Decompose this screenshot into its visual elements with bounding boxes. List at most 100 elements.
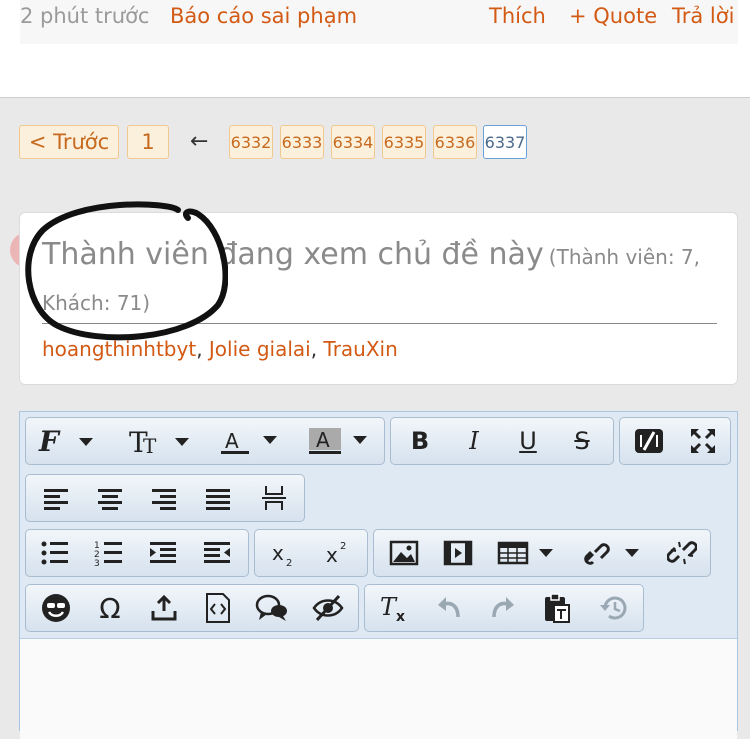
svg-text:A: A xyxy=(225,429,239,453)
svg-text:F: F xyxy=(38,426,61,456)
quote-link[interactable]: + Quote xyxy=(569,4,657,28)
svg-text:A: A xyxy=(316,428,330,452)
svg-text:x: x xyxy=(326,543,338,567)
image-icon xyxy=(389,540,419,566)
upload-button[interactable] xyxy=(138,585,190,631)
special-char-icon: Ω xyxy=(99,591,121,625)
hide-button[interactable] xyxy=(300,585,356,631)
italic-icon: I xyxy=(469,427,479,455)
svg-text:x: x xyxy=(396,609,405,623)
undo-icon xyxy=(438,597,460,618)
prev-page-button[interactable]: < Trước xyxy=(19,125,119,159)
message-editor: F TT A A B I U S 1 2 3 x 2 x 2 Ω T x xyxy=(19,411,738,739)
toolbar-group-view xyxy=(619,417,731,465)
toggle-source-button[interactable] xyxy=(624,418,674,464)
page-link-6332[interactable]: 6332 xyxy=(229,125,273,159)
table-button[interactable] xyxy=(490,530,570,576)
svg-text:x: x xyxy=(272,541,284,565)
align-right-button[interactable] xyxy=(138,475,190,521)
justify-icon xyxy=(206,489,230,510)
redo-button[interactable] xyxy=(477,585,529,631)
viewer-separator: , xyxy=(196,337,209,361)
toolbar-group-style: B I U S xyxy=(390,417,614,465)
bullet-list-icon xyxy=(41,541,68,565)
maximize-button[interactable] xyxy=(678,418,728,464)
image-button[interactable] xyxy=(378,530,430,576)
toolbar-group-history: Tx xyxy=(364,584,644,632)
viewer-user-1[interactable]: hoangthinhtbyt xyxy=(42,337,196,361)
undo-button[interactable] xyxy=(423,585,475,631)
maximize-icon xyxy=(691,429,715,453)
strikethrough-icon: S xyxy=(574,427,590,455)
media-icon xyxy=(443,540,473,566)
viewers-divider xyxy=(42,323,717,324)
remove-format-button[interactable]: Tx xyxy=(369,585,421,631)
superscript-icon: x2 xyxy=(326,541,346,567)
unlink-icon xyxy=(667,541,697,565)
bold-icon: B xyxy=(410,427,430,455)
horizontal-rule-icon xyxy=(262,486,286,510)
page-link-6336[interactable]: 6336 xyxy=(433,125,477,159)
viewer-separator: , xyxy=(310,337,324,361)
link-button[interactable] xyxy=(574,530,654,576)
indent-icon xyxy=(150,542,176,563)
page-current: 6337 xyxy=(483,125,527,159)
subscript-button[interactable]: x2 xyxy=(259,530,311,576)
unlink-button[interactable] xyxy=(656,530,708,576)
font-family-button[interactable]: F xyxy=(32,418,112,464)
like-link[interactable]: Thích xyxy=(489,4,546,28)
table-icon xyxy=(497,541,553,565)
special-char-button[interactable]: Ω xyxy=(84,585,136,631)
font-family-icon: F xyxy=(38,426,93,456)
font-size-button[interactable]: TT xyxy=(122,418,202,464)
align-center-icon xyxy=(98,489,122,510)
media-button[interactable] xyxy=(432,530,484,576)
align-right-icon xyxy=(152,489,176,510)
page-link-first[interactable]: 1 xyxy=(127,125,169,159)
bold-button[interactable]: B xyxy=(395,418,445,464)
numbered-list-icon: 123 xyxy=(94,541,122,567)
page-link-6335[interactable]: 6335 xyxy=(382,125,426,159)
page-link-6334[interactable]: 6334 xyxy=(331,125,375,159)
align-center-button[interactable] xyxy=(84,475,136,521)
page-link-6333[interactable]: 6333 xyxy=(280,125,324,159)
toolbar-group-script: x2 x2 xyxy=(254,529,368,577)
quote-button[interactable] xyxy=(246,585,298,631)
paste-icon xyxy=(545,593,570,623)
reply-link[interactable]: Trả lời xyxy=(672,4,734,28)
indent-button[interactable] xyxy=(138,530,188,576)
justify-button[interactable] xyxy=(192,475,244,521)
align-left-icon xyxy=(44,489,68,510)
numbered-list-button[interactable]: 123 xyxy=(84,530,134,576)
report-link[interactable]: Báo cáo sai phạm xyxy=(170,4,357,28)
quote-icon xyxy=(255,594,287,621)
post-action-bar: 2 phút trước Báo cáo sai phạm Thích + Qu… xyxy=(0,0,750,98)
pagination-arrow: ← xyxy=(190,129,209,154)
bullet-list-button[interactable] xyxy=(30,530,80,576)
paste-button[interactable] xyxy=(531,585,583,631)
upload-icon xyxy=(151,594,177,621)
thread-viewers-box: Thành viên đang xem chủ đề này (Thành vi… xyxy=(19,212,738,385)
viewer-user-2[interactable]: Jolie gialai xyxy=(209,337,311,361)
outdent-button[interactable] xyxy=(192,530,242,576)
background-color-button[interactable]: A xyxy=(302,418,382,464)
viewers-list: hoangthinhtbyt, Jolie gialai, TrauXin xyxy=(42,337,398,361)
code-button[interactable] xyxy=(192,585,244,631)
restore-draft-button[interactable] xyxy=(585,585,641,631)
underline-button[interactable]: U xyxy=(503,418,553,464)
italic-button[interactable]: I xyxy=(449,418,499,464)
message-textarea[interactable] xyxy=(20,638,737,739)
superscript-button[interactable]: x2 xyxy=(313,530,365,576)
smilies-button[interactable] xyxy=(30,585,82,631)
text-color-icon: A xyxy=(221,429,277,454)
toggle-source-icon xyxy=(635,429,663,453)
horizontal-rule-button[interactable] xyxy=(248,475,300,521)
background-color-icon: A xyxy=(309,428,367,454)
text-color-button[interactable]: A xyxy=(212,418,292,464)
smilies-icon xyxy=(42,594,70,622)
outdent-icon xyxy=(204,542,230,563)
viewer-user-3[interactable]: TrauXin xyxy=(323,337,397,361)
toolbar-group-font: F TT A A xyxy=(25,417,385,465)
strikethrough-button[interactable]: S xyxy=(557,418,607,464)
align-left-button[interactable] xyxy=(30,475,82,521)
